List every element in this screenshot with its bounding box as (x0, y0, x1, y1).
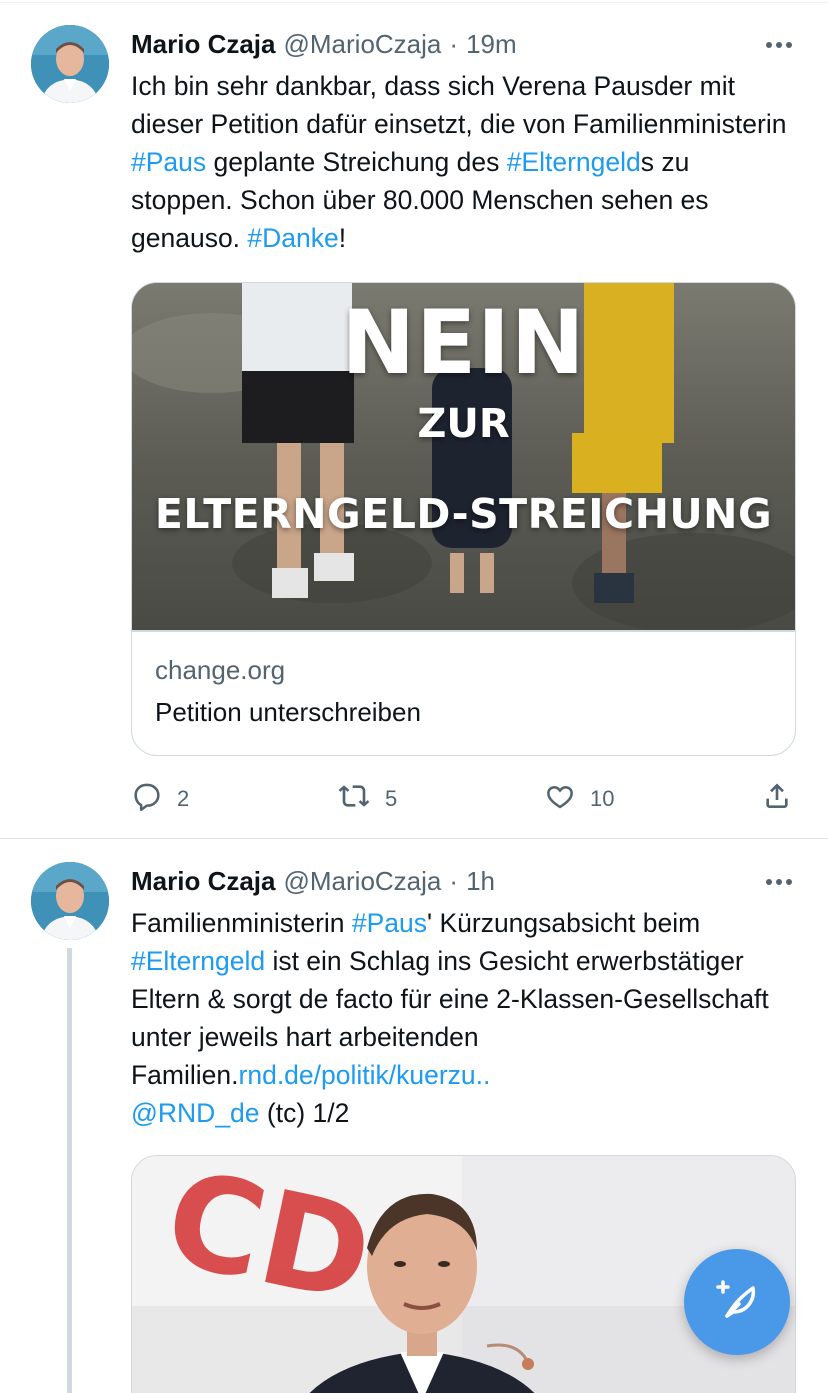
tweet-time[interactable]: 1h (466, 866, 495, 897)
compose-tweet-button[interactable] (684, 1249, 790, 1355)
text-segment: Familienministerin (131, 908, 352, 938)
card-tagline: ELTERNGELD-STREICHUNG (154, 490, 773, 538)
hashtag-link[interactable]: #Elterngeld (131, 946, 265, 976)
tweet-header: Mario Czaja @MarioCzaja · 1h (131, 863, 495, 899)
retweet-icon (337, 780, 371, 818)
author-handle[interactable]: @MarioCzaja (284, 866, 442, 897)
mention-link[interactable]: @RND_de (131, 1098, 260, 1128)
text-segment: geplante Streichung des (206, 147, 507, 177)
author-handle[interactable]: @MarioCzaja (284, 29, 442, 60)
tweet-header: Mario Czaja @MarioCzaja · 19m (131, 26, 517, 62)
avatar[interactable] (31, 25, 109, 103)
like-button[interactable]: 10 (544, 779, 614, 819)
share-button[interactable] (761, 779, 793, 819)
compose-tweet-icon (713, 1276, 761, 1329)
hashtag-link[interactable]: #Elterngeld (507, 147, 641, 177)
tweet-text: Familienministerin #Paus' Kürzungsabsich… (131, 904, 796, 1132)
url-link[interactable]: rnd.de/politik/kuerzu.. (239, 1060, 491, 1090)
tweet-divider (0, 838, 828, 839)
author-name[interactable]: Mario Czaja (131, 29, 276, 60)
hashtag-link[interactable]: #Paus (131, 147, 206, 177)
share-icon (761, 780, 793, 818)
card-image: NEIN ZUR ELTERNGELD-STREICHUNG (132, 283, 795, 630)
tweet[interactable]: Mario Czaja @MarioCzaja · 19m Ich bin se… (0, 0, 828, 838)
thread-connector-line (67, 948, 72, 1393)
hashtag-link[interactable]: #Paus (352, 908, 427, 938)
avatar[interactable] (31, 862, 109, 940)
reply-button[interactable]: 2 (131, 779, 189, 819)
separator-dot: · (449, 865, 459, 896)
hashtag-link[interactable]: #Danke (247, 223, 338, 253)
separator-dot: · (449, 28, 459, 59)
card-headline: NEIN (341, 291, 586, 394)
link-card[interactable]: NEIN ZUR ELTERNGELD-STREICHUNG change.or… (131, 282, 796, 756)
tweet-text: Ich bin sehr dankbar, dass sich Verena P… (131, 67, 796, 257)
more-horizontal-icon[interactable] (764, 30, 794, 60)
card-domain: change.org (155, 655, 286, 685)
text-segment: Ich bin sehr dankbar, dass sich Verena P… (131, 71, 787, 139)
reply-icon (131, 780, 163, 818)
author-name[interactable]: Mario Czaja (131, 866, 276, 897)
text-segment: ! (338, 223, 347, 253)
like-count: 10 (590, 786, 615, 811)
retweet-count: 5 (385, 786, 398, 811)
card-subheadline: ZUR (417, 401, 510, 447)
text-segment: (tc) 1/2 (259, 1098, 350, 1128)
heart-icon (544, 780, 576, 818)
reply-count: 2 (177, 786, 190, 811)
card-title: Petition unterschreiben (155, 697, 421, 727)
text-segment: ' Kürzungsabsicht beim (427, 908, 701, 938)
card-divider (132, 630, 795, 632)
tweet-time[interactable]: 19m (466, 29, 517, 60)
timeline: Mario Czaja @MarioCzaja · 19m Ich bin se… (0, 0, 828, 1393)
tweet-actions: 2 5 10 (131, 779, 796, 819)
retweet-button[interactable]: 5 (337, 779, 397, 819)
more-horizontal-icon[interactable] (764, 867, 794, 897)
